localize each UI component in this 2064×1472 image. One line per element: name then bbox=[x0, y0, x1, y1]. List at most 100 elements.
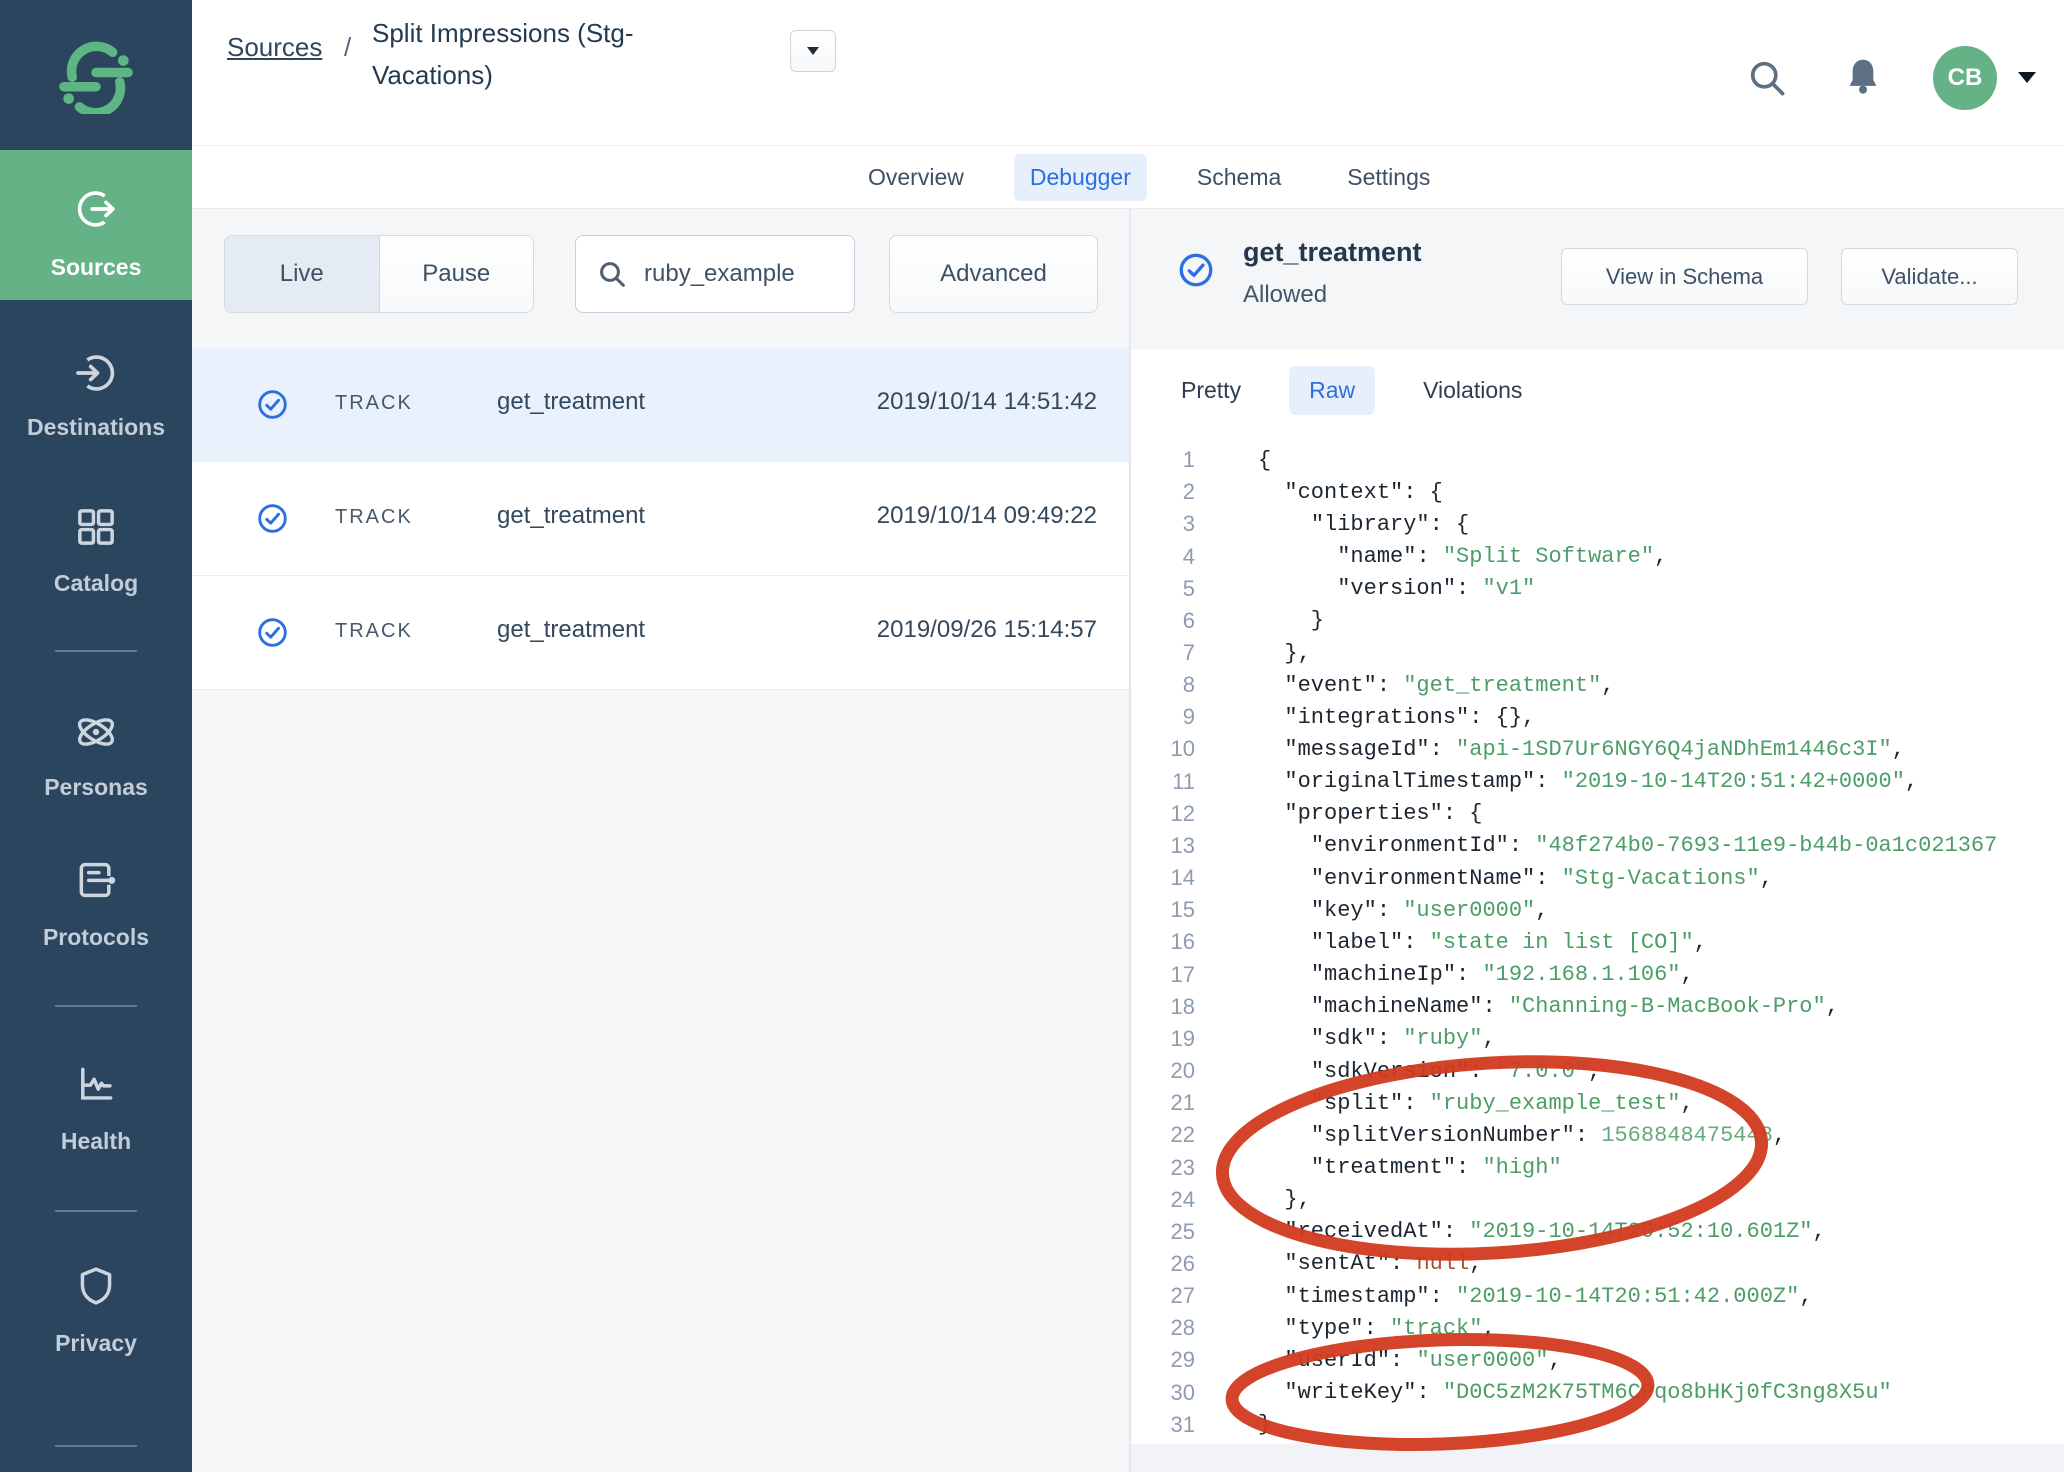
event-search-box bbox=[575, 235, 855, 313]
code-line: 24 }, bbox=[1131, 1184, 2064, 1216]
line-number: 8 bbox=[1131, 672, 1195, 698]
sidebar-item-destinations[interactable]: Destinations bbox=[0, 414, 192, 441]
json-payload: 1{2 "context": {3 "library": {4 "name": … bbox=[1131, 444, 2064, 1441]
check-circle-icon bbox=[256, 502, 289, 540]
view-in-schema-button[interactable]: View in Schema bbox=[1561, 248, 1808, 305]
breadcrumb-separator: / bbox=[344, 32, 351, 63]
destinations-icon bbox=[0, 350, 192, 401]
line-number: 19 bbox=[1131, 1026, 1195, 1052]
event-type-label: TRACK bbox=[335, 392, 413, 415]
code-line: 29 "userId": "user0000", bbox=[1131, 1344, 2064, 1376]
event-search-input[interactable] bbox=[642, 259, 846, 289]
event-name: get_treatment bbox=[497, 616, 645, 644]
code-line: 14 "environmentName": "Stg-Vacations", bbox=[1131, 862, 2064, 894]
code-line: 5 "version": "v1" bbox=[1131, 573, 2064, 605]
line-number: 28 bbox=[1131, 1315, 1195, 1341]
tab-settings[interactable]: Settings bbox=[1331, 154, 1446, 201]
sources-icon bbox=[0, 186, 192, 237]
line-number: 14 bbox=[1131, 865, 1195, 891]
line-number: 22 bbox=[1131, 1122, 1195, 1148]
code-line: 8 "event": "get_treatment", bbox=[1131, 669, 2064, 701]
account-menu-caret-icon[interactable] bbox=[2018, 72, 2036, 83]
notifications-bell-icon[interactable] bbox=[1840, 54, 1886, 105]
event-list: TRACKget_treatment2019/10/14 14:51:42TRA… bbox=[192, 348, 1129, 690]
event-type-label: TRACK bbox=[335, 620, 413, 643]
content: Live Pause Advanced TRACKget_treatment20… bbox=[192, 209, 2064, 1472]
sidebar-divider bbox=[55, 1445, 137, 1447]
tab-schema[interactable]: Schema bbox=[1181, 154, 1297, 201]
line-number: 25 bbox=[1131, 1219, 1195, 1245]
sidebar-divider bbox=[55, 650, 137, 652]
avatar[interactable]: CB bbox=[1933, 46, 1997, 110]
code-line: 4 "name": "Split Software", bbox=[1131, 540, 2064, 572]
line-number: 10 bbox=[1131, 736, 1195, 762]
event-name: get_treatment bbox=[497, 388, 645, 416]
sidebar-item-health[interactable]: Health bbox=[0, 1128, 192, 1155]
search-icon bbox=[596, 258, 628, 290]
code-line: 17 "machineIp": "192.168.1.106", bbox=[1131, 959, 2064, 991]
line-number: 24 bbox=[1131, 1187, 1195, 1213]
line-number: 15 bbox=[1131, 897, 1195, 923]
code-line: 23 "treatment": "high" bbox=[1131, 1151, 2064, 1183]
sidebar-item-sources[interactable]: Sources bbox=[0, 254, 192, 281]
sidebar-item-privacy[interactable]: Privacy bbox=[0, 1330, 192, 1357]
code-line: 27 "timestamp": "2019-10-14T20:51:42.000… bbox=[1131, 1280, 2064, 1312]
line-number: 11 bbox=[1131, 769, 1195, 795]
breadcrumb-sources-link[interactable]: Sources bbox=[227, 32, 322, 63]
source-switcher-dropdown[interactable] bbox=[790, 30, 836, 72]
code-line: 22 "splitVersionNumber": 1568848475448, bbox=[1131, 1119, 2064, 1151]
sidebar-divider bbox=[55, 1005, 137, 1007]
health-icon bbox=[0, 1062, 192, 1111]
event-timestamp: 2019/09/26 15:14:57 bbox=[877, 616, 1097, 644]
event-row[interactable]: TRACK get_treatment 2019/09/26 15:14:57 bbox=[192, 576, 1129, 690]
line-number: 2 bbox=[1131, 479, 1195, 505]
sidebar-item-personas[interactable]: Personas bbox=[0, 774, 192, 801]
main-tabs: Overview Debugger Schema Settings bbox=[852, 146, 1446, 208]
code-line: 31} bbox=[1131, 1409, 2064, 1441]
line-number: 21 bbox=[1131, 1090, 1195, 1116]
event-row[interactable]: TRACK get_treatment 2019/10/14 14:51:42 bbox=[192, 348, 1129, 462]
tabbar: Overview Debugger Schema Settings bbox=[192, 146, 2064, 209]
sidebar-item-protocols[interactable]: Protocols bbox=[0, 924, 192, 951]
event-detail-title: get_treatment bbox=[1243, 237, 1422, 268]
code-line: 21 "split": "ruby_example_test", bbox=[1131, 1087, 2064, 1119]
event-name: get_treatment bbox=[497, 502, 645, 530]
payload-tab-pretty[interactable]: Pretty bbox=[1161, 366, 1261, 415]
line-number: 31 bbox=[1131, 1412, 1195, 1438]
live-button[interactable]: Live bbox=[225, 236, 379, 312]
line-number: 9 bbox=[1131, 704, 1195, 730]
search-icon[interactable] bbox=[1745, 56, 1789, 105]
payload-tab-raw[interactable]: Raw bbox=[1289, 366, 1375, 415]
app-root: Sources Destinations Catalog Personas Protoc… bbox=[0, 0, 2064, 1472]
payload-tab-violations[interactable]: Violations bbox=[1403, 366, 1542, 415]
tab-overview[interactable]: Overview bbox=[852, 154, 980, 201]
segment-logo-icon[interactable] bbox=[0, 38, 192, 119]
code-line: 26 "sentAt": null, bbox=[1131, 1248, 2064, 1280]
line-number: 6 bbox=[1131, 608, 1195, 634]
event-timestamp: 2019/10/14 14:51:42 bbox=[877, 388, 1097, 416]
validate-button[interactable]: Validate... bbox=[1841, 248, 2018, 305]
advanced-button[interactable]: Advanced bbox=[889, 235, 1098, 313]
code-line: 30 "writeKey": "D0C5zM2K75TM6CPqo8bHKj0f… bbox=[1131, 1377, 2064, 1409]
event-detail-header: get_treatment Allowed View in Schema Val… bbox=[1131, 209, 2064, 351]
line-number: 27 bbox=[1131, 1283, 1195, 1309]
payload-view-tabs: Pretty Raw Violations bbox=[1161, 366, 1542, 415]
code-line: 1{ bbox=[1131, 444, 2064, 476]
code-line: 9 "integrations": {}, bbox=[1131, 701, 2064, 733]
check-circle-icon bbox=[256, 388, 289, 426]
privacy-icon bbox=[0, 1264, 192, 1313]
line-number: 12 bbox=[1131, 801, 1195, 827]
line-number: 26 bbox=[1131, 1251, 1195, 1277]
line-number: 18 bbox=[1131, 994, 1195, 1020]
pause-button[interactable]: Pause bbox=[379, 236, 534, 312]
event-row[interactable]: TRACKget_treatment2019/10/14 09:49:22 bbox=[192, 462, 1129, 576]
code-line: 16 "label": "state in list [CO]", bbox=[1131, 926, 2064, 958]
code-line: 15 "key": "user0000", bbox=[1131, 894, 2064, 926]
line-number: 4 bbox=[1131, 544, 1195, 570]
tab-debugger[interactable]: Debugger bbox=[1014, 154, 1147, 201]
sidebar-item-catalog[interactable]: Catalog bbox=[0, 570, 192, 597]
line-number: 5 bbox=[1131, 576, 1195, 602]
code-line: 20 "sdkVersion": "7.0.0", bbox=[1131, 1055, 2064, 1087]
scrollbar-track[interactable] bbox=[1131, 1444, 2064, 1472]
event-status: Allowed bbox=[1243, 281, 1327, 309]
